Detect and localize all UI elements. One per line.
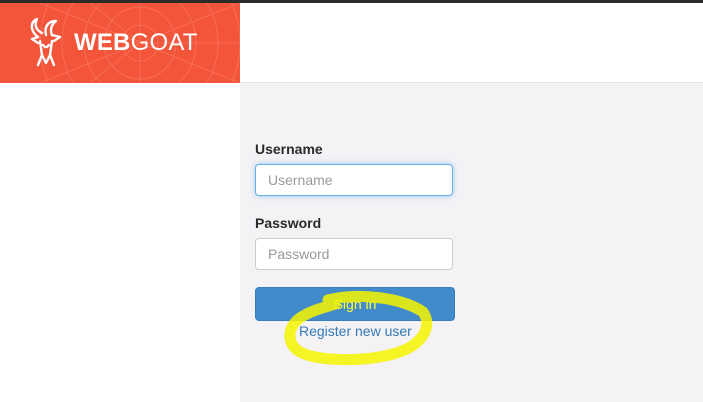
brand-wordmark: WEBGOAT [74, 29, 198, 57]
sign-in-button[interactable]: Sign in [255, 287, 455, 321]
goat-head-icon [30, 17, 62, 67]
brand-light-text: GOAT [130, 29, 198, 56]
password-label: Password [255, 215, 322, 231]
header-bar [240, 3, 703, 83]
username-input[interactable] [255, 164, 453, 196]
password-input[interactable] [255, 238, 453, 270]
brand-bold-text: WEB [74, 29, 131, 56]
register-new-user-link[interactable]: Register new user [299, 323, 412, 339]
login-panel: Username Password Sign in Register new u… [240, 83, 703, 402]
username-label: Username [255, 141, 323, 157]
logo-panel[interactable]: WEBGOAT [0, 3, 240, 83]
